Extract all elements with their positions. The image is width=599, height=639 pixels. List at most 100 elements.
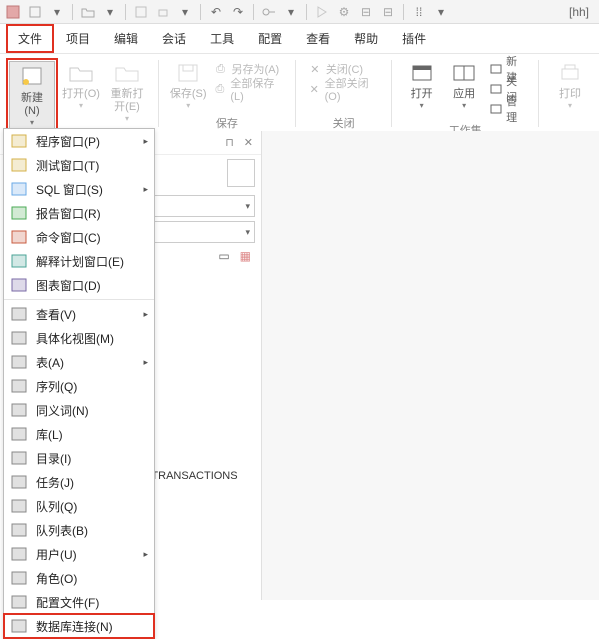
dropdown-item[interactable]: SQL 窗口(S) ▸ [4,177,154,201]
caret-icon[interactable]: ▾ [102,4,118,20]
gear-icon[interactable]: ⚙ [336,4,352,20]
db-icon[interactable]: ⊟ [380,4,396,20]
dropdown-item-label: 程序窗口(P) [36,133,100,150]
menu-edit[interactable]: 编辑 [102,24,150,53]
menu-plugin[interactable]: 插件 [390,24,438,53]
disk-icon[interactable] [133,4,149,20]
redo-icon[interactable]: ↷ [230,4,246,20]
dropdown-item-label: SQL 窗口(S) [36,181,103,198]
menu-config[interactable]: 配置 [246,24,294,53]
dropdown-item-label: 用户(U) [36,546,77,563]
grid-icon[interactable]: ▦ [240,249,251,263]
submenu-arrow-icon: ▸ [143,549,148,560]
chevron-down-icon: ▾ [125,114,129,123]
dropdown-item[interactable]: 任务(J) [4,470,154,494]
dropdown-item[interactable]: 报告窗口(R) [4,201,154,225]
save-button[interactable]: 保存(S) ▾ [167,58,210,113]
dropdown-item[interactable]: 图表窗口(D) [4,273,154,297]
menu-file[interactable]: 文件 [6,24,54,53]
dropdown-item[interactable]: 库(L) [4,422,154,446]
menu-tools[interactable]: 工具 [198,24,246,53]
ws-apply-button[interactable]: 应用 ▾ [443,58,486,120]
window-type-icon [10,473,28,491]
dropdown-item-label: 配置文件(F) [36,594,99,611]
menu-view[interactable]: 查看 [294,24,342,53]
dropdown-item[interactable]: 命令窗口(C) [4,225,154,249]
editor-area [262,131,599,600]
reopen-button[interactable]: 重新打开(E) ▾ [104,58,150,133]
settings-icon[interactable]: ⁞⁞ [411,4,427,20]
caret-icon[interactable]: ▾ [177,4,193,20]
window-icon[interactable]: ▭ [218,249,229,263]
dropdown-item[interactable]: 程序窗口(P) ▸ [4,129,154,153]
open-button[interactable]: 打开(O) ▾ [58,58,104,133]
dropdown-item[interactable]: 解释计划窗口(E) [4,249,154,273]
dropdown-item[interactable]: 目录(I) [4,446,154,470]
app-icon [5,4,21,20]
window-type-icon [10,204,28,222]
window-title: [hh] [569,5,597,19]
window-type-icon [10,180,28,198]
dropdown-item[interactable]: 队列(Q) [4,494,154,518]
caret-icon[interactable]: ▾ [433,4,449,20]
dropdown-item-label: 序列(Q) [36,378,77,395]
dropdown-item[interactable]: 表(A)▸ [4,350,154,374]
dropdown-item-label: 队列表(B) [36,522,88,539]
close-all-icon: ✕ [308,82,321,96]
submenu-arrow-icon: ▸ [143,136,148,147]
dropdown-item-label: 测试窗口(T) [36,157,99,174]
close-icon[interactable]: ✕ [244,136,253,149]
save-icon[interactable]: ▾ [49,4,65,20]
window-type-icon [10,401,28,419]
dropdown-item[interactable]: 序列(Q) [4,374,154,398]
dropdown-item[interactable]: 测试窗口(T) [4,153,154,177]
window-type-icon [10,521,28,539]
ws-manage-button[interactable]: 管理 [489,100,526,118]
stop-icon[interactable]: ⊟ [358,4,374,20]
new-button[interactable]: 新建 (N) ▾ [9,61,55,130]
caret-icon[interactable]: ▾ [283,4,299,20]
dropdown-item[interactable]: 同义词(N) [4,398,154,422]
window-type-icon [10,156,28,174]
view-mode-icon[interactable] [227,159,255,187]
menu-project[interactable]: 项目 [54,24,102,53]
ws-open-button[interactable]: 打开 ▾ [400,58,443,120]
window-type-icon [10,617,28,635]
chevron-down-icon: ▾ [30,118,34,127]
print-button[interactable]: 打印 ▾ [547,58,593,129]
folder-reopen-icon [113,60,141,86]
save-all-button[interactable]: ⎙全部保存(L) [214,80,283,98]
undo-icon[interactable]: ↶ [208,4,224,20]
dropdown-item-label: 目录(I) [36,450,71,467]
menu-session[interactable]: 会话 [150,24,198,53]
window-type-icon [10,329,28,347]
close-all-button[interactable]: ✕全部关闭(O) [308,80,380,98]
chevron-down-icon: ▾ [462,101,466,110]
ws-new-icon [489,62,502,76]
print-icon[interactable] [155,4,171,20]
dropdown-item[interactable]: 队列表(B) [4,518,154,542]
new-dropdown-menu: 程序窗口(P) ▸ 测试窗口(T) SQL 窗口(S) ▸ 报告窗口(R)命令窗口(C)解… [3,128,155,639]
window-type-icon [10,497,28,515]
pin-icon[interactable]: ⊓ [225,136,234,149]
dropdown-item[interactable]: 角色(O) [4,566,154,590]
dropdown-item[interactable]: 数据库连接(N) [4,614,154,638]
key-icon[interactable] [261,4,277,20]
dropdown-item-label: 数据库连接(N) [36,618,113,635]
open-label: 打开(O) [62,88,100,101]
chevron-down-icon: ▾ [186,101,190,110]
submenu-arrow-icon: ▸ [143,184,148,195]
new-doc-icon[interactable] [27,4,43,20]
dropdown-item-label: 库(L) [36,426,63,443]
window-type-icon [10,545,28,563]
play-icon[interactable] [314,4,330,20]
save-label: 保存(S) [170,88,207,101]
dropdown-item[interactable]: 用户(U) ▸ [4,542,154,566]
dropdown-item[interactable]: 查看(V)▸ [4,302,154,326]
menu-help[interactable]: 帮助 [342,24,390,53]
window-type-icon [10,132,28,150]
save-all-icon: ⎙ [214,82,227,96]
folder-open-icon[interactable] [80,4,96,20]
dropdown-item[interactable]: 具体化视图(M) [4,326,154,350]
dropdown-item[interactable]: 配置文件(F) [4,590,154,614]
